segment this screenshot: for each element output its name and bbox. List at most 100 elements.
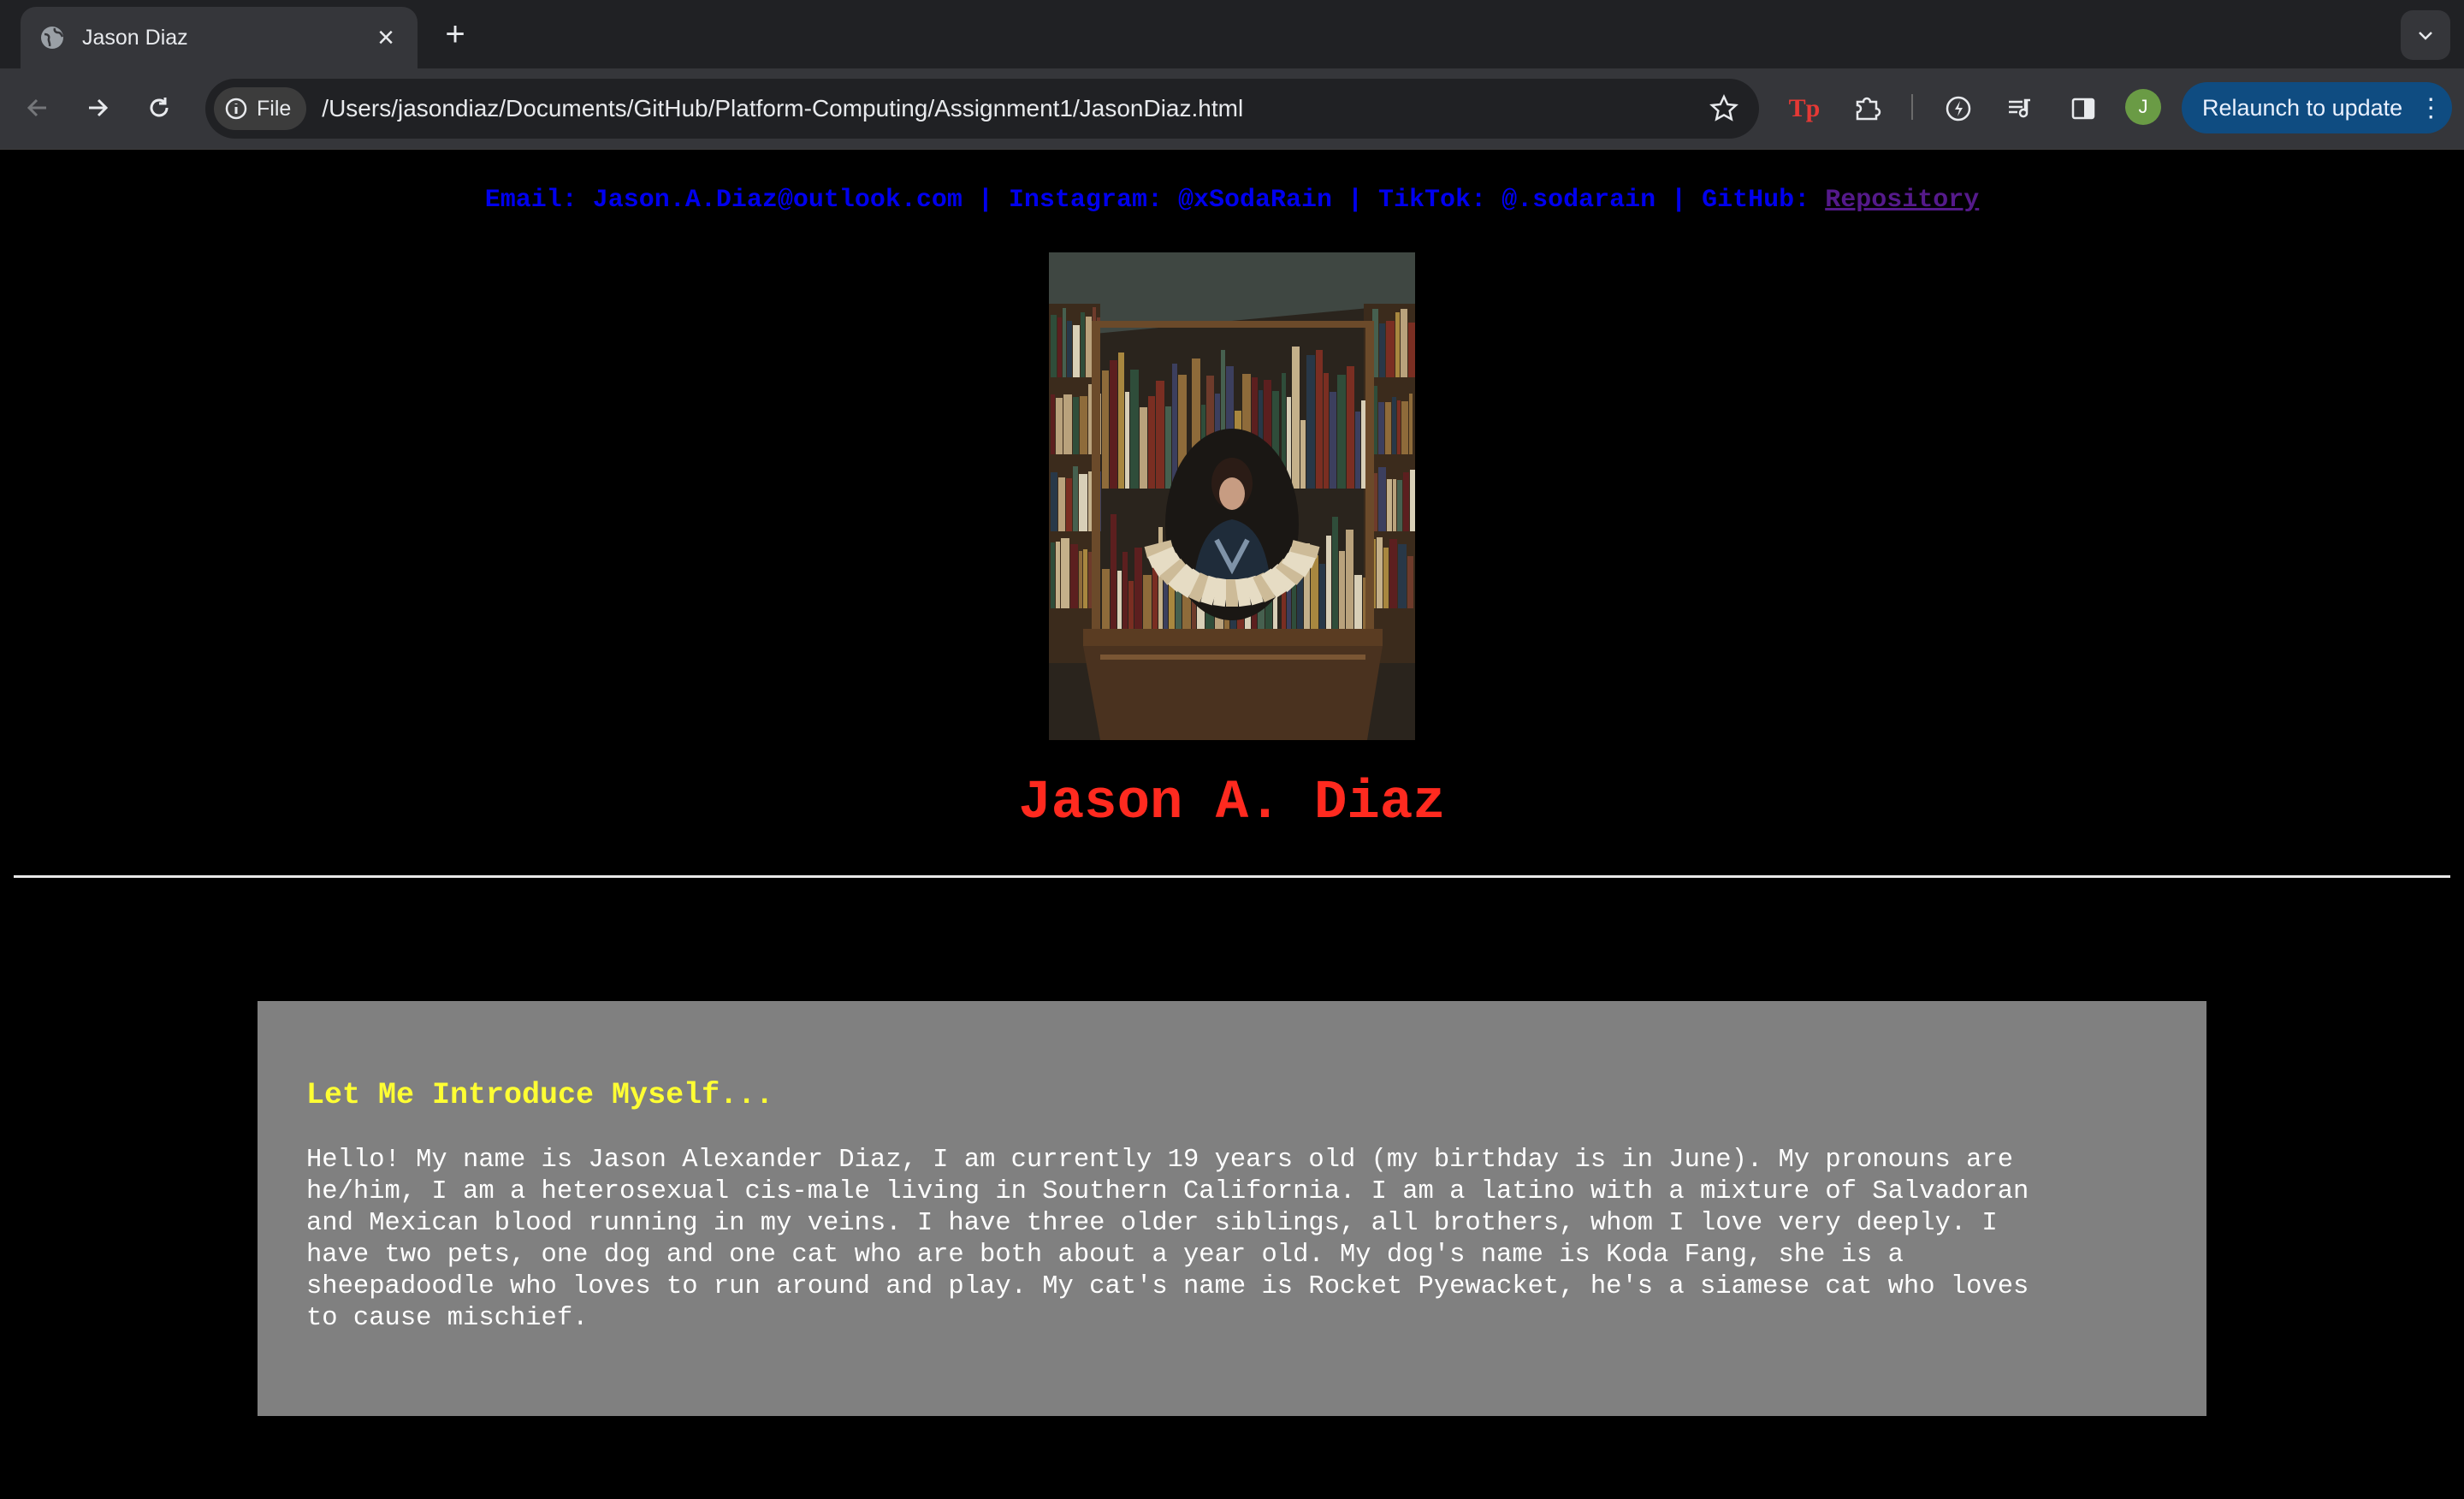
book-spine xyxy=(1403,472,1409,531)
book-spine xyxy=(1079,551,1082,608)
book-spine xyxy=(1125,392,1129,489)
chip-label: File xyxy=(257,96,292,121)
book-spine xyxy=(1377,537,1383,608)
separator: | xyxy=(977,186,993,215)
reload-icon[interactable] xyxy=(140,89,178,127)
intro-line: and Mexican blood running in my veins. I… xyxy=(306,1209,1998,1238)
intro-section: Let Me Introduce Myself... Hello! My nam… xyxy=(258,1001,2206,1416)
relaunch-button[interactable]: Relaunch to update ⋮ xyxy=(2182,82,2452,133)
book-spine xyxy=(1410,470,1415,531)
book-spine xyxy=(1073,397,1079,454)
book-spine xyxy=(1389,539,1397,608)
book-spine xyxy=(1057,317,1062,377)
github-repository-link[interactable]: Repository xyxy=(1825,186,1979,215)
url-text[interactable]: /Users/jasondiaz/Documents/GitHub/Platfo… xyxy=(322,95,1709,122)
star-icon[interactable] xyxy=(1709,94,1738,123)
book-spine xyxy=(1080,396,1087,454)
book-spine xyxy=(1392,397,1396,454)
intro-line: to cause mischief. xyxy=(306,1304,589,1333)
forward-icon[interactable] xyxy=(79,89,116,127)
page-title: Jason A. Diaz xyxy=(1018,773,1446,834)
book-spine xyxy=(1056,398,1063,454)
book-spine xyxy=(1063,394,1072,454)
book-spine xyxy=(1156,381,1164,489)
book-spine xyxy=(1355,412,1360,489)
book-spine xyxy=(1408,323,1415,377)
book-spine xyxy=(1361,400,1365,489)
more-icon[interactable]: ⋮ xyxy=(2418,93,2443,123)
book-spine xyxy=(1130,370,1139,489)
globe-icon xyxy=(39,25,65,50)
github-label: GitHub: xyxy=(1702,186,1810,215)
contact-line: Email: Jason.A.Diaz@outlook.com | Instag… xyxy=(0,186,2464,215)
book-spine xyxy=(1102,370,1109,489)
browser-toolbar: File /Users/jasondiaz/Documents/GitHub/P… xyxy=(0,68,2464,150)
instagram-value: @xSodaRain xyxy=(1177,186,1332,215)
tab-title: Jason Diaz xyxy=(82,25,188,50)
tiktok-value: @.sodarain xyxy=(1502,186,1656,215)
book-spine xyxy=(1073,466,1078,531)
media-icon[interactable] xyxy=(2000,89,2040,128)
page-content: Email: Jason.A.Diaz@outlook.com | Instag… xyxy=(0,150,2464,1499)
book-spine xyxy=(1081,312,1085,377)
plus-icon[interactable]: + xyxy=(436,15,474,53)
book-spine xyxy=(1395,312,1400,377)
separator: | xyxy=(1671,186,1687,215)
puzzle-icon[interactable] xyxy=(1848,89,1887,128)
tp-extension-icon[interactable]: Tp xyxy=(1785,89,1824,128)
book-spine xyxy=(1073,325,1080,377)
book-spine xyxy=(1401,401,1408,454)
book-spine xyxy=(1386,321,1395,377)
tab-active[interactable]: Jason Diaz × xyxy=(21,7,418,68)
back-icon[interactable] xyxy=(19,89,56,127)
book-spine xyxy=(1401,309,1407,377)
email-value: Jason.A.Diaz@outlook.com xyxy=(592,186,962,215)
book-spine xyxy=(1140,407,1147,489)
book-spine xyxy=(1292,347,1300,489)
book-spine xyxy=(1409,394,1413,454)
book-spine xyxy=(1051,394,1055,454)
book-spine xyxy=(1378,467,1386,531)
book-spine xyxy=(1079,474,1087,531)
book-spine xyxy=(1397,480,1402,531)
email-label: Email: xyxy=(484,186,578,215)
book-spine xyxy=(1306,355,1315,489)
intro-line: sheepadoodle who loves to run around and… xyxy=(306,1272,2029,1301)
book-spine xyxy=(1051,542,1055,608)
book-spine xyxy=(1397,400,1401,454)
book-spine xyxy=(1330,392,1336,489)
relaunch-label: Relaunch to update xyxy=(2202,94,2403,121)
avatar[interactable]: J xyxy=(2125,89,2161,125)
tiktok-label: TikTok: xyxy=(1378,186,1487,215)
book-spine xyxy=(1324,373,1329,489)
book-spine xyxy=(1387,479,1392,531)
book-spine xyxy=(1051,472,1057,531)
side-panel-icon[interactable] xyxy=(2064,89,2103,128)
book-spine xyxy=(1083,549,1087,608)
book-spine xyxy=(1067,321,1072,377)
book-spine xyxy=(1378,402,1384,454)
tab-strip: Jason Diaz × + xyxy=(0,0,2464,68)
book-spine xyxy=(1407,556,1413,608)
address-bar[interactable]: File /Users/jasondiaz/Documents/GitHub/P… xyxy=(205,79,1759,139)
book-spine xyxy=(1393,479,1396,531)
intro-paragraph: Hello! My name is Jason Alexander Diaz, … xyxy=(306,1145,2159,1335)
book-spine xyxy=(1385,402,1391,454)
book-spine xyxy=(1379,323,1385,377)
book-spine xyxy=(1070,544,1078,608)
book-spine xyxy=(1058,477,1065,531)
toolbar-divider xyxy=(1911,94,1913,120)
close-icon[interactable]: × xyxy=(373,23,399,52)
book-spine xyxy=(1148,396,1155,489)
intro-line: Hello! My name is Jason Alexander Diaz, … xyxy=(306,1146,2014,1175)
book-spine xyxy=(1383,548,1389,608)
separator: | xyxy=(1348,186,1364,215)
performance-icon[interactable] xyxy=(1939,89,1978,128)
chevron-down-icon[interactable] xyxy=(2401,10,2450,60)
book-spine xyxy=(1172,364,1177,489)
profile-photo xyxy=(1049,252,1415,740)
intro-line: have two pets, one dog and one cat who a… xyxy=(306,1241,1904,1270)
site-info-chip[interactable]: File xyxy=(214,87,307,130)
book-spine xyxy=(1118,353,1124,489)
book-spine xyxy=(1398,544,1407,608)
